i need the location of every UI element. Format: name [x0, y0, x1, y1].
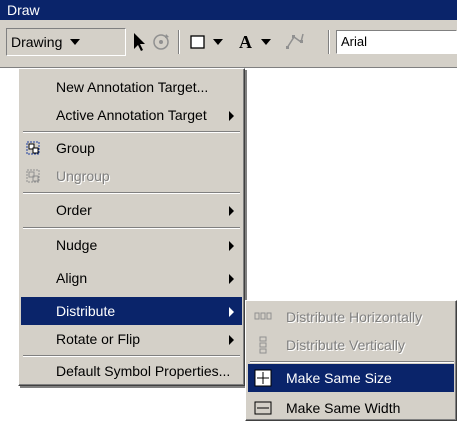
submenu-item-label: Make Same Width [286, 400, 401, 416]
submenu-item-distribute-vertically[interactable]: Distribute Vertically [248, 331, 454, 359]
menu-item-align[interactable]: Align [21, 264, 242, 292]
menu-item-rotate-or-flip[interactable]: Rotate or Flip [21, 325, 242, 353]
submenu-item-label: Make Same Size [286, 370, 392, 386]
menu-item-label: Order [56, 202, 92, 218]
submenu-item-distribute-horizontally[interactable]: Distribute Horizontally [248, 303, 454, 331]
make-same-size-icon [254, 369, 272, 387]
toolbar-title: Draw [7, 2, 40, 18]
menu-item-label: Group [56, 140, 95, 156]
menu-item-label: Active Annotation Target [56, 107, 207, 123]
menu-item-label: New Annotation Target... [56, 79, 209, 95]
submenu-arrow-icon [229, 335, 234, 345]
drawing-dropdown-menu: New Annotation Target... Active Annotati… [18, 68, 245, 386]
menu-item-label: Default Symbol Properties... [56, 363, 231, 379]
distribute-submenu: Distribute Horizontally Distribute Verti… [245, 300, 457, 421]
chevron-down-icon [70, 39, 81, 45]
new-text-button[interactable]: A [236, 26, 271, 58]
menu-item-order[interactable]: Order [21, 196, 242, 224]
menu-item-label: Distribute [56, 303, 116, 319]
edit-vertices-button[interactable] [284, 26, 306, 58]
submenu-item-label: Distribute Horizontally [286, 309, 423, 325]
submenu-arrow-icon [229, 307, 234, 317]
toolbar-separator [328, 30, 330, 54]
menu-item-active-annotation-target[interactable]: Active Annotation Target [21, 101, 242, 129]
menu-item-distribute[interactable]: Distribute [21, 297, 242, 325]
menu-separator [23, 192, 240, 194]
distribute-horizontally-icon [254, 312, 272, 320]
menu-separator [23, 131, 240, 133]
menu-item-group[interactable]: Group [21, 134, 242, 162]
menu-separator [250, 361, 454, 363]
menu-item-default-symbol-properties[interactable]: Default Symbol Properties... [21, 357, 242, 385]
group-icon [26, 141, 40, 155]
submenu-arrow-icon [229, 111, 234, 121]
select-arrow-icon [134, 33, 145, 51]
new-rectangle-button[interactable] [188, 26, 223, 58]
edit-vertices-icon [286, 33, 304, 49]
ungroup-icon [26, 169, 40, 183]
submenu-item-label: Distribute Vertically [286, 337, 406, 353]
submenu-item-make-same-width[interactable]: Make Same Width [248, 394, 454, 422]
menu-item-nudge[interactable]: Nudge [21, 231, 242, 259]
menu-item-label: Ungroup [56, 168, 110, 184]
submenu-arrow-icon [229, 206, 234, 216]
font-name-combobox[interactable]: Arial [336, 30, 457, 54]
draw-toolbar: Drawing A Arial [0, 20, 457, 68]
rotate-icon [153, 34, 169, 50]
drawing-menu-label: Drawing [11, 34, 63, 50]
chevron-down-icon[interactable] [261, 39, 271, 45]
toolbar-separator [178, 30, 180, 54]
menu-item-ungroup[interactable]: Ungroup [21, 162, 242, 190]
toolbar-title-bar[interactable]: Draw [0, 0, 457, 20]
submenu-arrow-icon [229, 274, 234, 284]
submenu-arrow-icon [229, 241, 234, 251]
menu-item-new-annotation-target[interactable]: New Annotation Target... [21, 73, 242, 101]
menu-separator [23, 227, 240, 229]
rotate-button[interactable] [150, 26, 172, 58]
drawing-menu-button[interactable]: Drawing [6, 28, 126, 56]
menu-item-label: Align [56, 270, 88, 286]
font-name-value: Arial [341, 34, 368, 49]
svg-text:A: A [239, 32, 252, 52]
chevron-down-icon[interactable] [213, 39, 223, 45]
submenu-item-make-same-size[interactable]: Make Same Size [248, 364, 454, 392]
select-elements-button[interactable] [130, 26, 150, 58]
distribute-vertically-icon [259, 336, 267, 354]
menu-item-label: Nudge [56, 237, 98, 253]
rectangle-icon [190, 35, 205, 49]
menu-item-label: Rotate or Flip [56, 331, 141, 347]
make-same-width-icon [254, 401, 272, 415]
text-a-icon: A [239, 32, 252, 52]
